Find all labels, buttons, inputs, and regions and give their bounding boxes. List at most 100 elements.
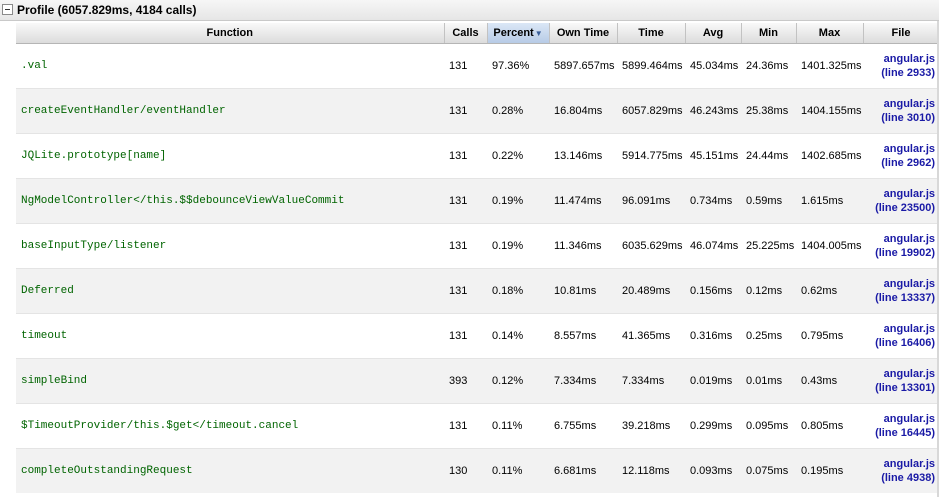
cell-file[interactable]: angular.js (line 4938) <box>863 448 939 493</box>
cell-min: 0.095ms <box>741 403 796 449</box>
cell-own-time: 7.334ms <box>549 358 617 404</box>
cell-min: 0.075ms <box>741 448 796 493</box>
file-line-link[interactable]: (line 13301) <box>863 381 935 395</box>
collapse-toggle-icon[interactable] <box>2 4 13 15</box>
table-row[interactable]: NgModelController</this.$$debounceViewVa… <box>16 178 939 224</box>
profile-title: Profile (6057.829ms, 4184 calls) <box>17 3 197 17</box>
cell-own-time: 10.81ms <box>549 268 617 314</box>
cell-calls: 131 <box>444 43 487 89</box>
cell-time: 7.334ms <box>617 358 685 404</box>
file-line-link[interactable]: (line 3010) <box>863 111 935 125</box>
cell-avg: 45.034ms <box>685 43 741 89</box>
column-header-function[interactable]: Function <box>16 23 445 44</box>
cell-file[interactable]: angular.js (line 13301) <box>863 358 939 404</box>
file-line-link[interactable]: (line 19902) <box>863 246 935 260</box>
file-link[interactable]: angular.js <box>863 187 935 201</box>
cell-avg: 46.243ms <box>685 88 741 134</box>
cell-file[interactable]: angular.js (line 13337) <box>863 268 939 314</box>
file-line-link[interactable]: (line 16406) <box>863 336 935 350</box>
cell-function[interactable]: createEventHandler/eventHandler <box>16 88 444 134</box>
table-row[interactable]: createEventHandler/eventHandler 131 0.28% 1… <box>16 88 939 134</box>
cell-calls: 131 <box>444 223 487 269</box>
column-header-avg[interactable]: Avg <box>685 23 742 44</box>
cell-min: 0.01ms <box>741 358 796 404</box>
cell-percent: 0.28% <box>487 88 549 134</box>
file-line-link[interactable]: (line 2962) <box>863 156 935 170</box>
cell-file[interactable]: angular.js (line 16445) <box>863 403 939 449</box>
file-link[interactable]: angular.js <box>863 322 935 336</box>
table-row[interactable]: simpleBind 393 0.12% 7.334ms 7.334ms 0.019ms 0… <box>16 358 939 404</box>
column-header-percent-label: Percent <box>493 27 534 39</box>
cell-percent: 97.36% <box>487 43 549 89</box>
file-link[interactable]: angular.js <box>863 367 935 381</box>
cell-file[interactable]: angular.js (line 23500) <box>863 178 939 224</box>
cell-percent: 0.19% <box>487 223 549 269</box>
cell-file[interactable]: angular.js (line 16406) <box>863 313 939 359</box>
profile-header[interactable]: Profile (6057.829ms, 4184 calls) <box>0 0 939 21</box>
file-line-link[interactable]: (line 23500) <box>863 201 935 215</box>
cell-file[interactable]: angular.js (line 19902) <box>863 223 939 269</box>
cell-function[interactable]: NgModelController</this.$$debounceViewVa… <box>16 178 444 224</box>
cell-own-time: 11.474ms <box>549 178 617 224</box>
file-link[interactable]: angular.js <box>863 142 935 156</box>
cell-avg: 0.299ms <box>685 403 741 449</box>
cell-max: 0.62ms <box>796 268 863 314</box>
cell-file[interactable]: angular.js (line 3010) <box>863 88 939 134</box>
table-row[interactable]: baseInputType/listener 131 0.19% 11.346ms 60… <box>16 223 939 269</box>
cell-function[interactable]: completeOutstandingRequest <box>16 448 444 493</box>
cell-file[interactable]: angular.js (line 2933) <box>863 43 939 89</box>
cell-min: 24.44ms <box>741 133 796 179</box>
table-row[interactable]: Deferred 131 0.18% 10.81ms 20.489ms 0.156ms 0.… <box>16 268 939 314</box>
cell-own-time: 6.755ms <box>549 403 617 449</box>
column-header-own-time[interactable]: Own Time <box>549 23 618 44</box>
cell-min: 0.12ms <box>741 268 796 314</box>
cell-file[interactable]: angular.js (line 2962) <box>863 133 939 179</box>
cell-percent: 0.18% <box>487 268 549 314</box>
cell-function[interactable]: .val <box>16 43 444 89</box>
cell-time: 12.118ms <box>617 448 685 493</box>
cell-calls: 131 <box>444 268 487 314</box>
cell-percent: 0.14% <box>487 313 549 359</box>
cell-max: 0.805ms <box>796 403 863 449</box>
cell-function[interactable]: JQLite.prototype[name] <box>16 133 444 179</box>
cell-avg: 45.151ms <box>685 133 741 179</box>
cell-own-time: 5897.657ms <box>549 43 617 89</box>
table-row[interactable]: JQLite.prototype[name] 131 0.22% 13.146ms 59… <box>16 133 939 179</box>
cell-own-time: 11.346ms <box>549 223 617 269</box>
file-link[interactable]: angular.js <box>863 457 935 471</box>
column-header-time[interactable]: Time <box>617 23 686 44</box>
cell-time: 6057.829ms <box>617 88 685 134</box>
column-header-file[interactable]: File <box>863 23 939 44</box>
table-row[interactable]: completeOutstandingRequest 130 0.11% 6.681m… <box>16 448 939 493</box>
cell-percent: 0.22% <box>487 133 549 179</box>
file-link[interactable]: angular.js <box>863 232 935 246</box>
profile-table: Function Calls Percent▼ Own Time Time Av… <box>16 23 939 493</box>
cell-calls: 131 <box>444 403 487 449</box>
column-header-percent[interactable]: Percent▼ <box>487 23 550 44</box>
cell-function[interactable]: baseInputType/listener <box>16 223 444 269</box>
cell-function[interactable]: simpleBind <box>16 358 444 404</box>
cell-function[interactable]: $TimeoutProvider/this.$get</timeout.canc… <box>16 403 444 449</box>
cell-function[interactable]: Deferred <box>16 268 444 314</box>
file-link[interactable]: angular.js <box>863 97 935 111</box>
cell-min: 24.36ms <box>741 43 796 89</box>
file-link[interactable]: angular.js <box>863 412 935 426</box>
table-row[interactable]: .val 131 97.36% 5897.657ms 5899.464ms 45.034m… <box>16 43 939 89</box>
cell-max: 0.195ms <box>796 448 863 493</box>
file-line-link[interactable]: (line 2933) <box>863 66 935 80</box>
table-row[interactable]: timeout 131 0.14% 8.557ms 41.365ms 0.316ms 0.2… <box>16 313 939 359</box>
cell-own-time: 13.146ms <box>549 133 617 179</box>
file-line-link[interactable]: (line 13337) <box>863 291 935 305</box>
column-header-min[interactable]: Min <box>741 23 797 44</box>
column-header-max[interactable]: Max <box>796 23 864 44</box>
cell-function[interactable]: timeout <box>16 313 444 359</box>
file-link[interactable]: angular.js <box>863 52 935 66</box>
file-link[interactable]: angular.js <box>863 277 935 291</box>
left-gutter <box>0 21 16 497</box>
table-row[interactable]: $TimeoutProvider/this.$get</timeout.canc… <box>16 403 939 449</box>
cell-avg: 0.316ms <box>685 313 741 359</box>
column-header-calls[interactable]: Calls <box>444 23 488 44</box>
cell-time: 5899.464ms <box>617 43 685 89</box>
file-line-link[interactable]: (line 4938) <box>863 471 935 485</box>
file-line-link[interactable]: (line 16445) <box>863 426 935 440</box>
